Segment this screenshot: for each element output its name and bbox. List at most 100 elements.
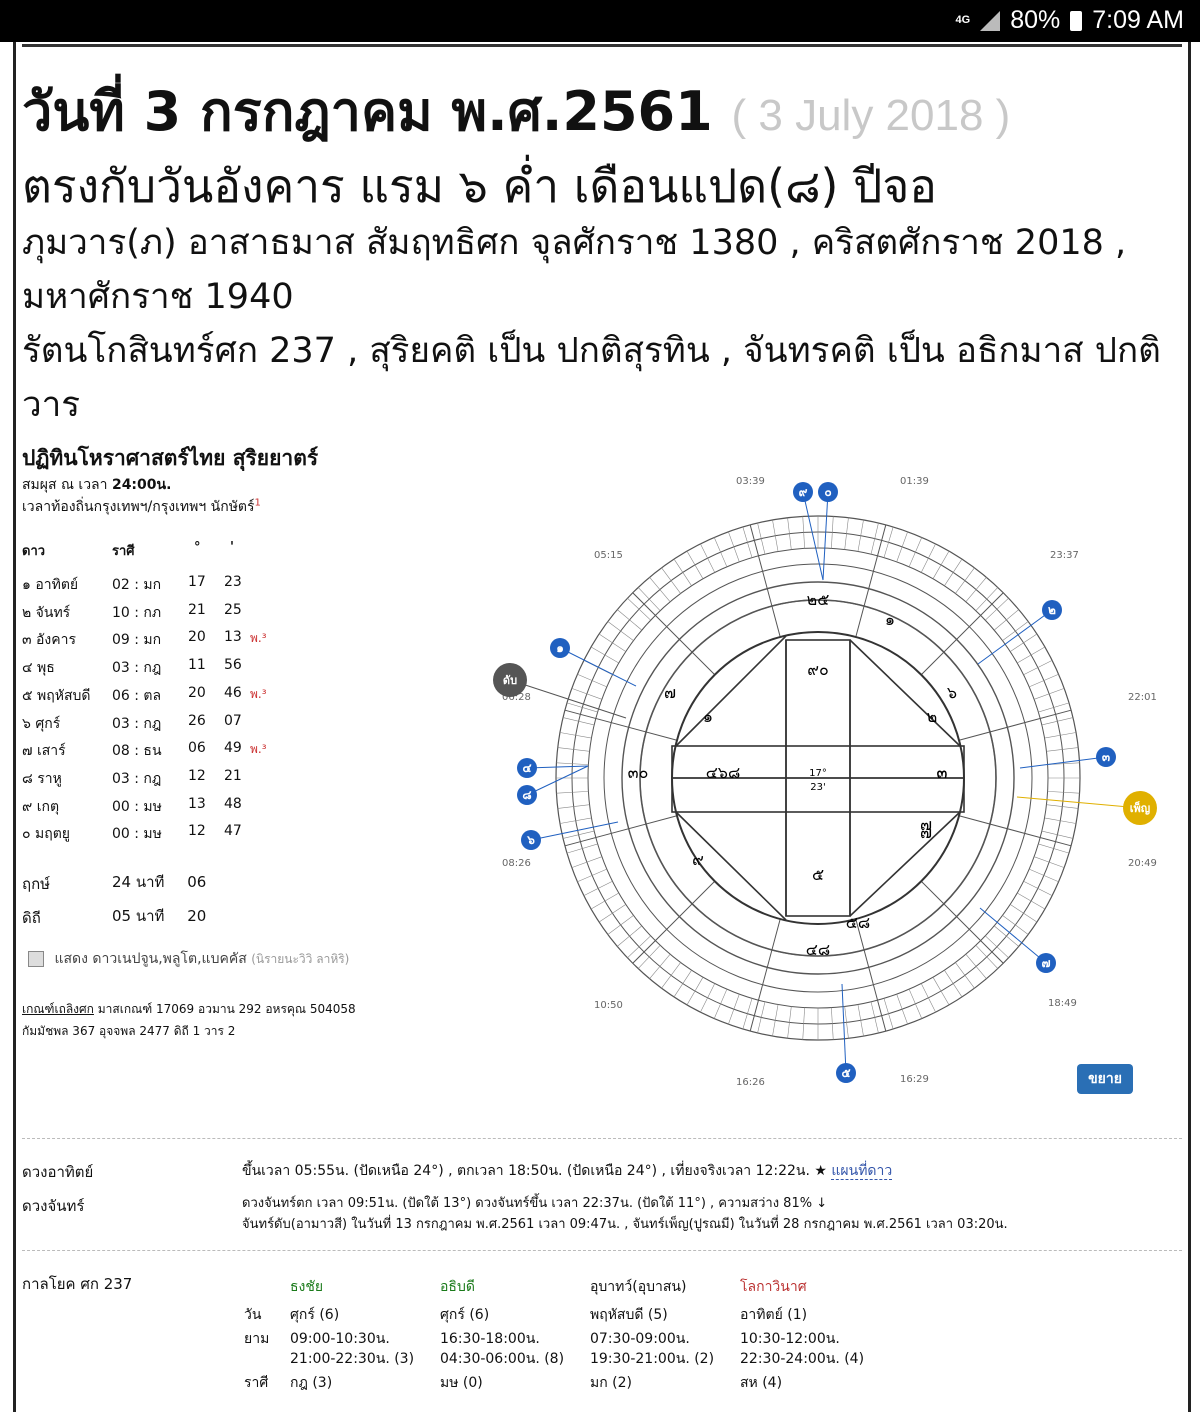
house-label: ๑ [703, 707, 713, 726]
planet-marker-label: ๙ [799, 485, 808, 499]
planet-name: ๔ พุธ [22, 660, 55, 677]
title-english: ( 3 July 2018 ) [731, 91, 1011, 140]
planet-sign: 00 : มษ [112, 826, 162, 843]
yam2-2: 19:30-21:00น. (2) [590, 1351, 715, 1367]
calc-time-value: 24:00น. [111, 477, 172, 493]
planet-minute: 47 [224, 823, 242, 840]
location-note[interactable]: เวลาท้องถิ่นกรุงเทพฯ/กรุงเทพฯ นักษัตร์1 [22, 496, 261, 518]
kt-link[interactable]: เกณฑ์เถลิงศก [22, 1002, 94, 1016]
house-label: ๕ [812, 865, 824, 884]
title-thai: วันที่ 3 กรกฎาคม พ.ศ.2561 [22, 80, 713, 143]
planet-degree: 06 [188, 740, 206, 757]
time-label: 22:01 [1128, 692, 1157, 703]
yam1-3: 10:30-12:00น. [740, 1331, 840, 1347]
planet-sign: 03 : กฎ [112, 660, 162, 677]
marker-line [802, 491, 824, 581]
planet-degree: 21 [188, 601, 206, 618]
diti-value: 05 [112, 907, 132, 925]
horoscope-chart: 17° 23' ๒๕๑๖๓๗๕๘ ๔๘๙๓๐๗๙๐๑๒๔๖๘๗๕๓ 03:39 01… [480, 460, 1180, 1100]
planet-name: ๘ ราหู [22, 770, 62, 787]
planet-name: ๑ อาทิตย์ [22, 577, 79, 593]
planet-name: ๒ จันทร์ [22, 604, 71, 621]
star-map-link[interactable]: แผนที่ดาว [831, 1163, 893, 1180]
wan-2: พฤหัสบดี (5) [590, 1307, 668, 1323]
planet-note[interactable]: พ.³ [250, 685, 267, 704]
planet-minute: 49 [224, 740, 242, 757]
row-wan-label: วัน [244, 1307, 262, 1323]
sun-info: ขึ้นเวลา 05:55น. (ปัดเหนือ 24°) , ตกเวลา… [242, 1160, 893, 1182]
header-minute: ' [230, 540, 234, 555]
planet-sign: 03 : กฎ [112, 770, 162, 787]
planet-marker-label: ๘ [522, 788, 531, 802]
header-planet: ดาว [22, 544, 46, 559]
house-label: ๓ [937, 763, 948, 782]
planet-marker-label: ๒ [1048, 603, 1056, 617]
rasi-1: มษ (0) [440, 1375, 483, 1391]
diti-row: ดิถี [22, 906, 41, 930]
planet-note[interactable]: พ.³ [250, 740, 267, 759]
planet-degree: 26 [188, 712, 206, 729]
moon-line-1: ดวงจันทร์ตก เวลา 09:51น. (ปัดใต้ 13°) ดว… [242, 1196, 828, 1211]
show-outer-planets-checkbox[interactable]: แสดง ดาวเนปจูน,พลูโต,แบคคัส (นิรายนะวิวิ… [28, 948, 349, 970]
time-label: 20:49 [1128, 858, 1157, 869]
wan-3: อาทิตย์ (1) [740, 1307, 808, 1323]
planet-sign: 09 : มก [112, 632, 162, 649]
planet-marker-label: ๗ [1041, 956, 1050, 970]
house-label: ๗ [664, 683, 676, 702]
calc-time: สมผุส ณ เวลา 24:00น. [22, 474, 171, 496]
planet-minute: 25 [224, 601, 242, 618]
diti-unit: นาที [135, 907, 165, 925]
time-label: 05:15 [594, 550, 623, 561]
planet-name: ๓ อังคาร [22, 632, 77, 649]
house-label: ๒๕ [807, 590, 830, 609]
expand-button[interactable]: ขยาย [1077, 1064, 1133, 1094]
era-info: ภุมวาร(ภ) อาสาธมาส สัมฤทธิศก จุลศักราช 1… [22, 216, 1192, 432]
left-border [13, 42, 16, 1412]
rasi-0: กฎ (3) [290, 1375, 333, 1391]
planet-minute: 56 [224, 657, 242, 674]
marker-line [979, 907, 1047, 964]
house-label: ๙๐ [807, 660, 828, 679]
era-line-1: ภุมวาร(ภ) อาสาธมาส สัมฤทธิศก จุลศักราช 1… [22, 223, 1127, 317]
top-divider [22, 44, 1182, 47]
header-sign: ราศี [112, 544, 135, 559]
planet-name: ๕ พฤหัสบดี [22, 687, 91, 704]
footnote-marker[interactable]: 1 [255, 497, 261, 508]
sun-label: ดวงอาทิตย์ [22, 1163, 94, 1181]
chart-svg: 17° 23' ๒๕๑๖๓๗๕๘๔๘๙๓๐๗๙๐๑ ๒๔๖๘๗๕๓ 03:39 01… [493, 476, 1157, 1088]
battery-percent: 80% [1010, 6, 1061, 34]
planet-degree: 11 [188, 657, 206, 674]
planet-degree: 12 [188, 767, 206, 784]
checkbox-box[interactable] [28, 951, 44, 967]
house-label: ๔๘ [806, 940, 830, 959]
time-label: 16:26 [736, 1077, 765, 1088]
planet-degree: 20 [188, 629, 206, 646]
kt-values-1: มาสเกณฑ์ 17069 อวมาน 292 อหรคุณ 504058 [97, 1002, 356, 1016]
clock: 7:09 AM [1092, 6, 1184, 34]
planet-note[interactable]: พ.³ [250, 629, 267, 648]
diti-value-2: 20 [187, 907, 207, 925]
planet-sign: 06 : ตล [112, 687, 162, 704]
signal-icon [980, 10, 1001, 31]
planet-sign: 08 : ธน [112, 743, 162, 760]
marker-line [841, 983, 847, 1074]
time-label: 01:39 [900, 476, 929, 487]
row-rasi-label: ราศี [244, 1375, 269, 1391]
page-title: วันที่ 3 กรกฎาคม พ.ศ.2561 ( 3 July 2018 … [22, 68, 1010, 154]
col-lokawinat: โลกาวินาศ [740, 1279, 807, 1295]
rasi-2: มก (2) [590, 1375, 632, 1391]
planet-sign: 00 : มษ [112, 798, 162, 815]
planet-minute: 46 [224, 684, 242, 701]
planet-marker-label: ๔ [522, 761, 531, 775]
planet-marker-label: ดับ [503, 674, 517, 687]
house-label: ๕๘ [846, 913, 870, 932]
planet-sign: 10 : กภ [112, 604, 162, 621]
reuk-value: 24 [112, 873, 132, 891]
time-label: 03:39 [736, 476, 765, 487]
planet-name: ๐ มฤตยู [22, 826, 70, 843]
planet-degree: 20 [188, 684, 206, 701]
era-line-2: รัตนโกสินทร์ศก 237 , สุริยคติ เป็น ปกติส… [22, 331, 1161, 425]
planet-name: ๙ เกตุ [22, 798, 60, 815]
header-degree: ° [194, 540, 201, 555]
divider-2 [22, 1250, 1182, 1251]
